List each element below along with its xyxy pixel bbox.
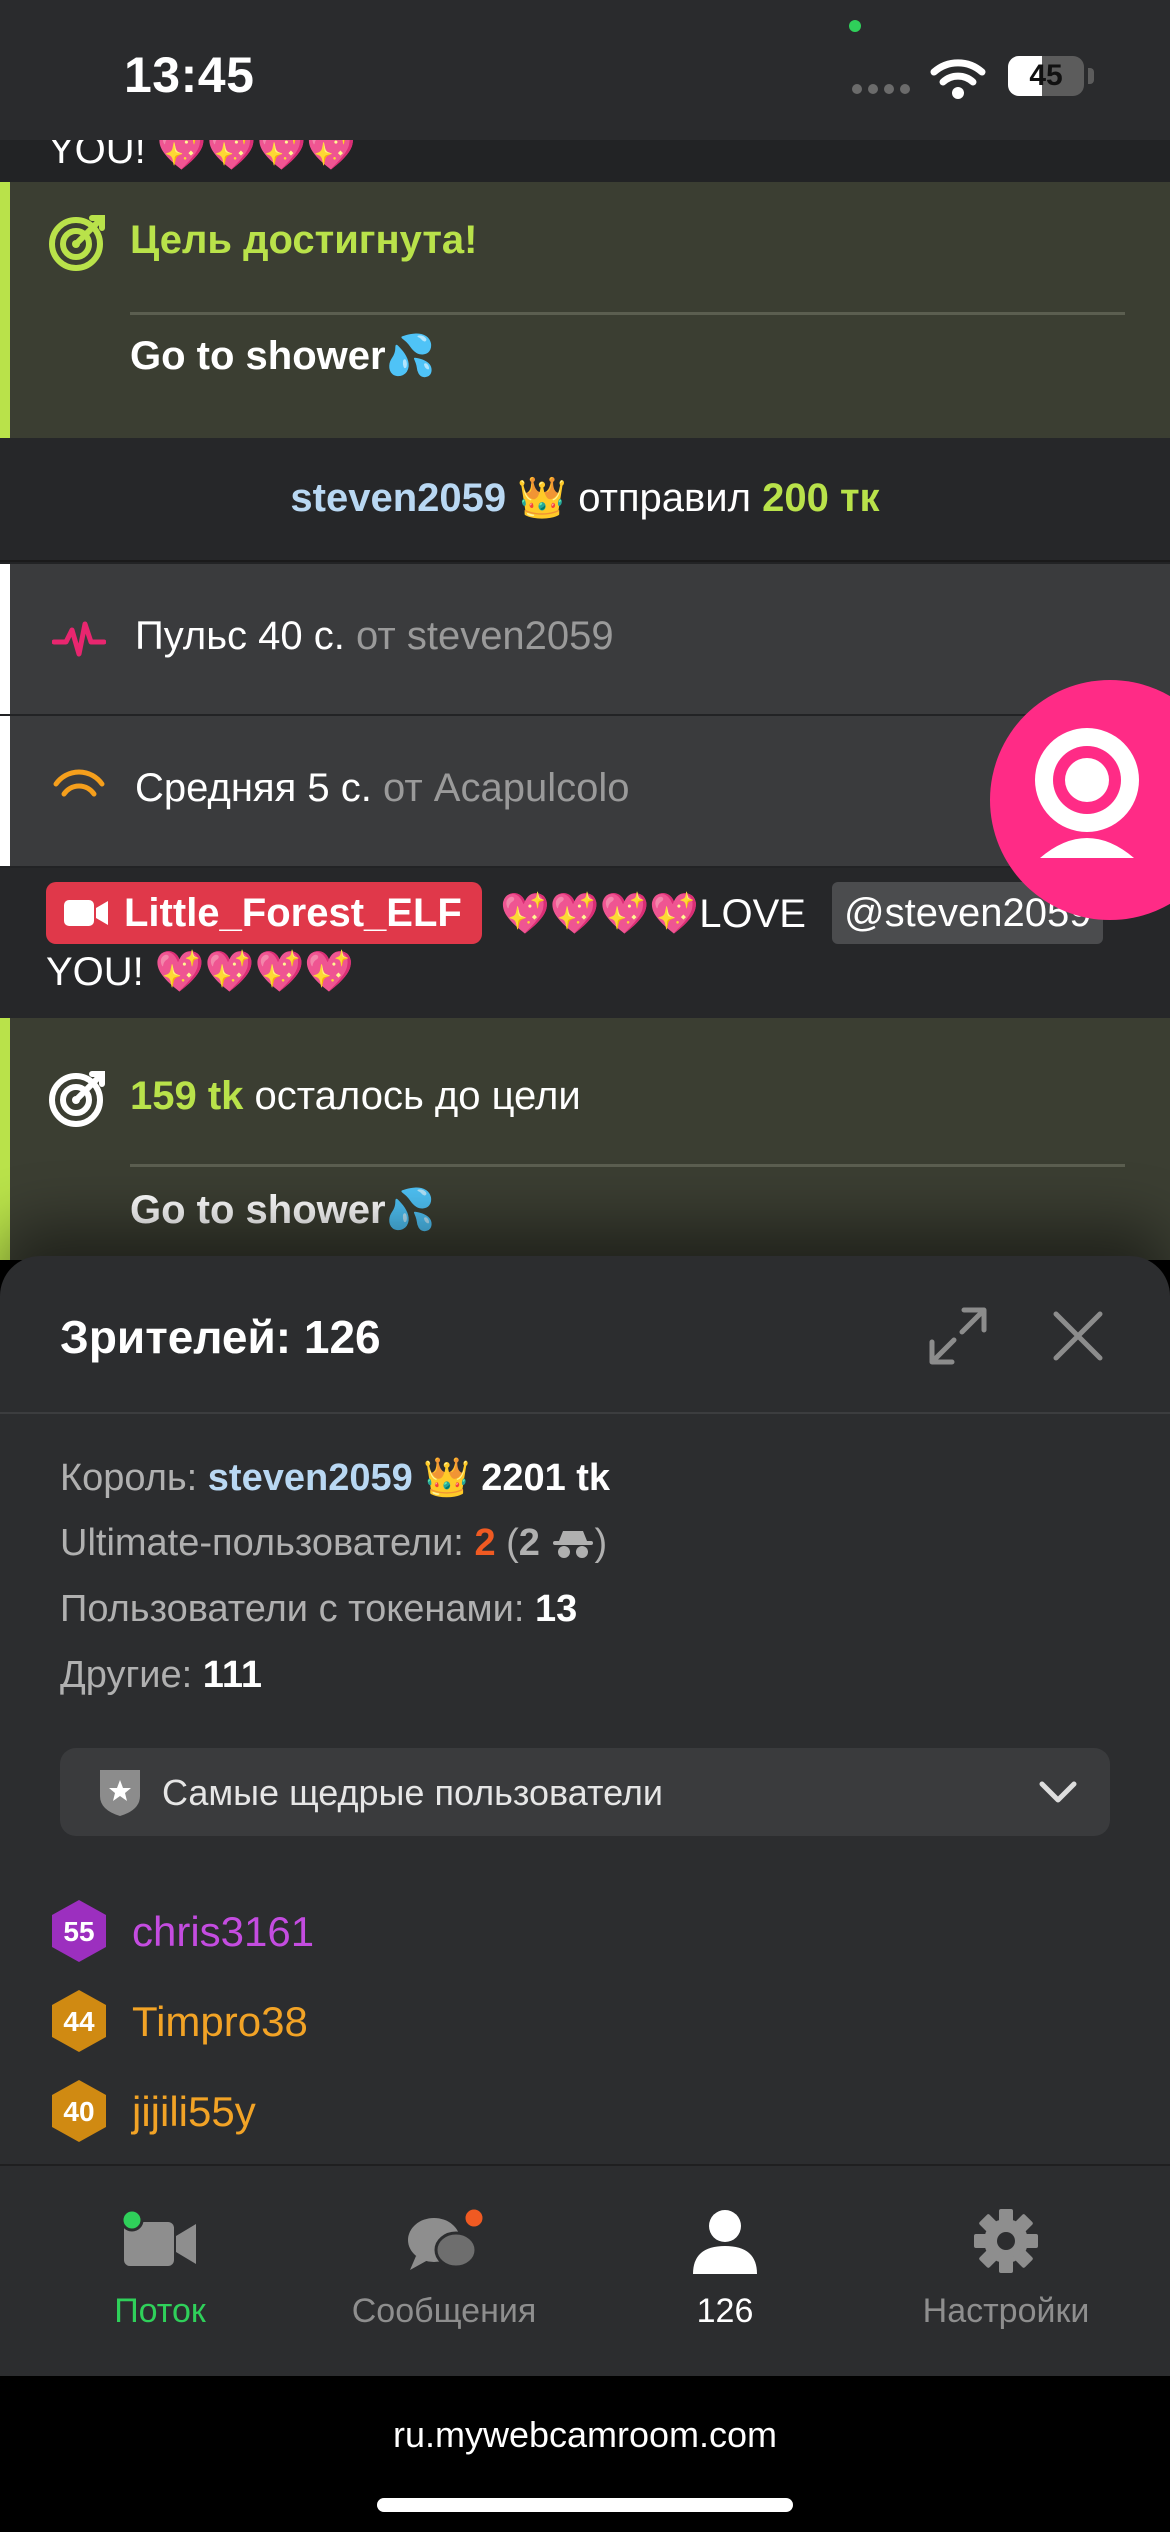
home-indicator[interactable] (377, 2498, 793, 2512)
tab-label: Настройки (922, 2292, 1090, 2330)
viewer-username: Timpro38 (132, 1998, 308, 2045)
dropdown-label: Самые щедрые пользователи (162, 1772, 664, 1813)
tab-label: 126 (696, 2292, 754, 2330)
ultimate-count: 2 (474, 1522, 496, 1564)
broadcaster-badge[interactable]: Little_Forest_ELF (46, 882, 482, 944)
sender-name: Little_Forest_ELF (124, 891, 462, 935)
tokens-remaining: 159 tk (130, 1074, 244, 1118)
tab-label: Сообщения (351, 2292, 537, 2330)
person-icon (685, 2206, 765, 2276)
vibration-wave-icon (53, 769, 105, 797)
shield-star-icon (100, 1770, 140, 1816)
target-icon (49, 215, 105, 271)
king-username[interactable]: steven2059 (208, 1457, 413, 1499)
viewer-username: jijili55y (132, 2088, 256, 2135)
tab-settings[interactable]: Настройки (886, 2206, 1126, 2346)
message-text-line2: YOU! 💖💖💖💖 (46, 950, 355, 994)
activity-row-pulse: Пульс 40 с. от steven2059 (0, 564, 1170, 714)
divider (0, 1412, 1170, 1414)
pulse-icon (52, 621, 106, 657)
goal-description: Go to shower💦 (130, 334, 436, 378)
webcam-icon (1035, 728, 1139, 858)
chevron-down-icon (1039, 1781, 1077, 1803)
activity-from: от (356, 614, 396, 658)
viewer-username: chris3161 (132, 1908, 315, 1955)
viewers-title: Зрителей: 126 (60, 1311, 381, 1363)
ultimate-stat: Ultimate-пользователи: 2 (2 ) (60, 1522, 608, 1564)
tab-stream[interactable]: Поток (40, 2206, 280, 2346)
activity-text: Средняя 5 с. от Acapulcolo (135, 766, 629, 811)
cellular-signal-icon (852, 84, 910, 94)
close-icon[interactable] (1052, 1310, 1104, 1362)
level-number: 55 (63, 1916, 94, 1947)
chat-message: Little_Forest_ELF 💖💖💖💖LOVE @steven2059 Y… (0, 868, 1170, 1018)
viewers-sheet: Зрителей: 126 Король: steven2059 👑 2201 … (0, 1256, 1170, 2164)
tip-username[interactable]: steven2059 (290, 476, 506, 520)
battery-level: 45 (1029, 59, 1063, 92)
message-text: 💖💖💖💖LOVE (500, 892, 806, 936)
battery-cap (1088, 68, 1094, 84)
goal-reached-title: Цель достигнута! (130, 218, 478, 262)
activity-from: от (382, 766, 423, 810)
browser-url-bar[interactable]: ru.mywebcamroom.com (0, 2376, 1170, 2532)
goal-progress-card: 159 tk осталось до цели Go to shower💦 (0, 1018, 1170, 1260)
ultimate-label: Ultimate-пользователи: (60, 1522, 464, 1564)
goal-reached-card: Цель достигнута! Go to shower💦 (0, 182, 1170, 438)
goal-progress-label: осталось до цели (254, 1074, 581, 1118)
token-users-count: 13 (535, 1588, 578, 1630)
tab-messages[interactable]: Сообщения (324, 2206, 564, 2346)
tip-text: steven2059 👑 отправил 200 тк (0, 474, 1170, 521)
level-number: 40 (63, 2096, 94, 2127)
divider (130, 1164, 1125, 1167)
chat-message-partial: YOU! 💖💖💖💖 (48, 140, 357, 172)
activity-text: Пульс 40 с. от steven2059 (135, 614, 614, 659)
goal-description: Go to shower💦 (130, 1188, 436, 1232)
activity-name: Средняя 5 с. (135, 766, 372, 810)
level-badge-icon: 40 (52, 2080, 106, 2142)
activity-user: Acapulcolo (433, 766, 630, 810)
incognito-icon (552, 1531, 593, 1558)
activity-name: Пульс 40 с. (135, 614, 345, 658)
target-icon (49, 1071, 105, 1127)
ultimate-hidden-count: 2 (518, 1522, 540, 1564)
battery-icon: 45 (1008, 56, 1084, 96)
level-badge-icon: 44 (52, 1990, 106, 2052)
video-camera-icon (120, 2206, 200, 2276)
activity-user: steven2059 (406, 614, 614, 658)
others-stat: Другие: 111 (60, 1654, 262, 1697)
tab-bar: Поток Сообщения 126 Настройки (0, 2164, 1170, 2376)
gear-icon (966, 2206, 1046, 2276)
chat-feed[interactable]: YOU! 💖💖💖💖 Цель достигнута! Go to shower💦… (0, 140, 1170, 1260)
token-users-label: Пользователи с токенами: (60, 1588, 525, 1630)
camera-in-use-indicator (849, 20, 861, 32)
url-text[interactable]: ru.mywebcamroom.com (0, 2414, 1170, 2456)
crown-icon: 👑 (517, 476, 568, 520)
chat-bubbles-icon (404, 2206, 486, 2276)
others-label: Другие: (60, 1654, 193, 1696)
goal-progress-text: 159 tk осталось до цели (130, 1074, 581, 1119)
tab-label: Поток (114, 2292, 206, 2330)
level-number: 44 (63, 2006, 95, 2037)
king-stat: Король: steven2059 👑 2201 tk (60, 1456, 610, 1500)
tip-amount: 200 тк (762, 476, 880, 520)
status-time: 13:45 (124, 47, 255, 103)
king-label: Король: (60, 1457, 198, 1499)
tip-notification: steven2059 👑 отправил 200 тк (0, 438, 1170, 562)
tip-verb: отправил (578, 476, 751, 520)
divider (130, 312, 1125, 315)
wifi-icon (930, 59, 986, 99)
others-count: 111 (202, 1654, 263, 1696)
token-users-stat: Пользователи с токенами: 13 (60, 1588, 577, 1631)
crown-icon: 👑 (423, 1457, 471, 1499)
status-bar: 13:45 45 (0, 0, 1170, 140)
video-camera-icon (64, 900, 108, 926)
expand-icon[interactable] (928, 1306, 988, 1366)
level-badge-icon: 55 (52, 1900, 106, 1962)
king-tokens: 2201 tk (481, 1457, 611, 1499)
tab-viewers[interactable]: 126 (605, 2206, 845, 2346)
sort-dropdown[interactable]: Самые щедрые пользователи (60, 1748, 1110, 1836)
